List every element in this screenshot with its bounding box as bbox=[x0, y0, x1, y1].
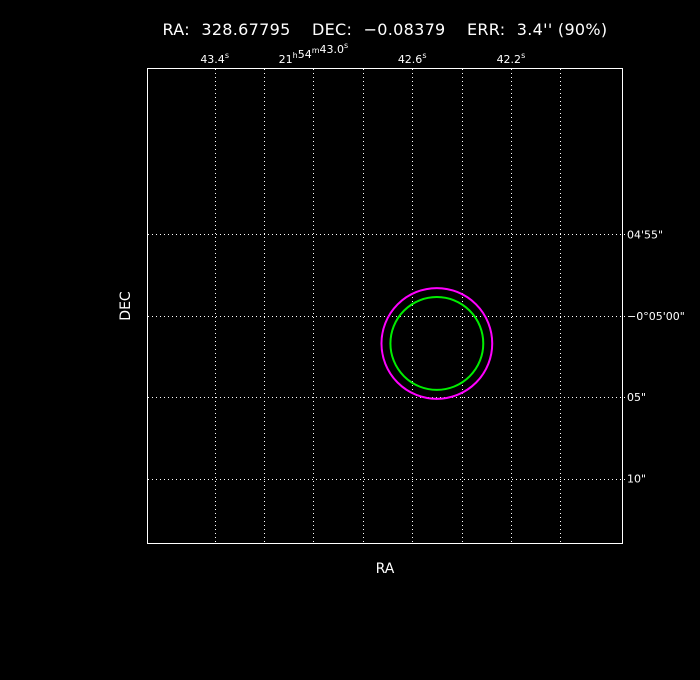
dec-value: −0.08379 bbox=[364, 20, 446, 39]
error-circles bbox=[380, 287, 494, 400]
x-axis-label: RA bbox=[376, 561, 395, 577]
ra-value: 328.67795 bbox=[201, 20, 290, 39]
x-tick-label: 43.4s bbox=[200, 51, 229, 66]
x-tick-label: 42.6s bbox=[398, 51, 427, 66]
x-tick-label: 42.2s bbox=[497, 51, 526, 66]
chart-title: RA: 328.67795 DEC: −0.08379 ERR: 3.4'' (… bbox=[163, 20, 608, 39]
error-circle-plot: RA: 328.67795 DEC: −0.08379 ERR: 3.4'' (… bbox=[118, 20, 685, 577]
x-tick-labels: 43.4s 21h54m43.0s 42.6s 42.2s bbox=[200, 41, 525, 66]
y-tick-label: 04'55" bbox=[627, 228, 663, 241]
y-tick-label: −0°05'00" bbox=[627, 310, 685, 323]
y-tick-labels: 04'55" −0°05'00" 05" 10" bbox=[627, 228, 685, 485]
y-tick-label: 05" bbox=[627, 391, 646, 404]
dec-label: DEC: bbox=[312, 20, 352, 39]
grid-lines bbox=[148, 69, 628, 543]
err-label: ERR: bbox=[467, 20, 505, 39]
x-tick-label: 21h54m43.0s bbox=[279, 41, 349, 66]
error-circle-inner bbox=[389, 296, 485, 391]
plot-frame bbox=[147, 68, 623, 544]
y-tick-label: 10" bbox=[627, 473, 646, 486]
ra-label: RA: bbox=[163, 20, 190, 39]
y-axis-label: DEC bbox=[118, 291, 134, 321]
err-value: 3.4'' (90%) bbox=[517, 20, 608, 39]
error-circle-outer bbox=[380, 287, 494, 400]
